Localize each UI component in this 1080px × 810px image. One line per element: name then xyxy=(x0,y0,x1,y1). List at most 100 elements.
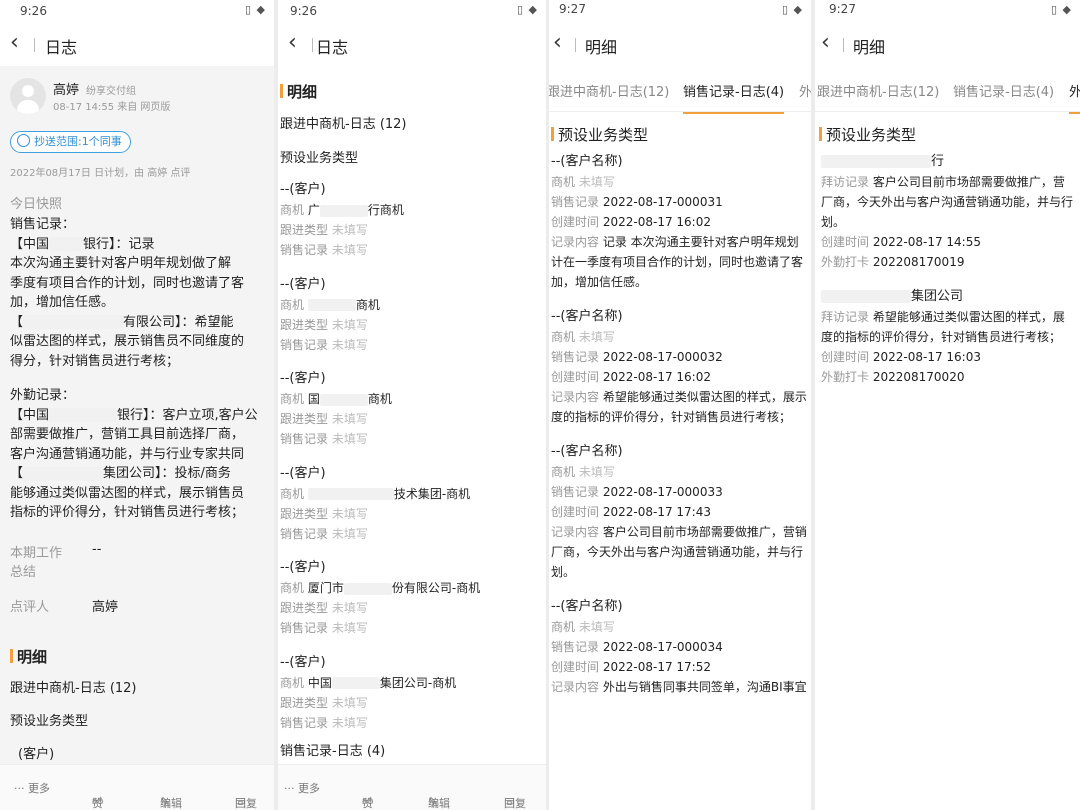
avatar[interactable] xyxy=(10,78,46,114)
record-item[interactable]: --(客户) 商机 厦门市 份有限公司-商机 跟进类型 未填写 销售记录 未填写 xyxy=(280,558,480,638)
record-item[interactable]: --(客户) 商机 中国 集团公司-商机 跟进类型 未填写 销售记录 未填写 xyxy=(280,653,456,733)
not-filled: 未填写 xyxy=(331,715,368,730)
more-button[interactable]: ··· 更多 xyxy=(284,780,320,796)
redacted-text xyxy=(307,488,394,500)
sales-record-row: 销售记录 2022-08-17-000034 xyxy=(551,637,807,657)
visit-row: 拜访记录 希望能够通过类似雷达图的样式，展 xyxy=(821,307,1065,327)
record-item[interactable]: --(客户) 商机 广 行商机 跟进类型 未填写 销售记录 未填写 xyxy=(280,180,404,260)
not-filled: 未填写 xyxy=(578,175,615,189)
visit-text: 划。 xyxy=(821,215,846,229)
visit-label: 拜访记录 xyxy=(821,175,870,189)
sales-record-row: 销售记录 2022-08-17-000031 xyxy=(551,192,803,212)
back-arrow-icon[interactable]: ‹ xyxy=(821,31,830,55)
opp-name-suffix: 集团公司-商机 xyxy=(379,675,457,690)
accent-bar xyxy=(819,127,822,141)
record-item[interactable]: --(客户) 商机 国商机 跟进类型 未填写 销售记录 未填写 xyxy=(280,369,392,449)
globe-icon xyxy=(17,134,30,147)
opp-label: 商机 xyxy=(280,392,305,406)
back-arrow-icon[interactable]: ‹ xyxy=(553,31,562,55)
opp-row: 商机 未填写 xyxy=(551,327,807,347)
opp-name-suffix: 行商机 xyxy=(367,203,404,217)
follow-type-label: 跟进类型 xyxy=(280,601,329,615)
status-bar: 9:27 ▯ ◆ xyxy=(815,0,1080,22)
sales-line: 本次沟通主要针对客户明年规划做了解 xyxy=(10,256,232,271)
created-row: 创建时间 2022-08-17 16:03 xyxy=(821,347,1065,367)
content-row: 记录内容 记录 本次沟通主要针对客户明年规划 xyxy=(551,232,803,252)
accent-bar xyxy=(10,649,13,663)
opp-label: 商机 xyxy=(551,620,576,634)
created-label: 创建时间 xyxy=(551,505,600,519)
record-id: 2022-08-17-000034 xyxy=(602,640,723,654)
record-id: 2022-08-17-000031 xyxy=(602,195,723,209)
opp-label: 商机 xyxy=(551,175,576,189)
sales-record-row: 销售记录 未填写 xyxy=(280,713,456,733)
nav-bar: ‹ 日志 xyxy=(278,22,546,66)
record-item[interactable]: 集团公司 拜访记录 希望能够通过类似雷达图的样式，展 度的指标的评价得分，针对销售员… xyxy=(821,287,1065,387)
follow-type-label: 跟进类型 xyxy=(280,317,329,332)
record-id: 2022-08-17-000033 xyxy=(602,485,723,499)
client-name-suffix: 行 xyxy=(931,154,945,169)
tab-follow-opp[interactable]: 跟进中商机-日志(12) xyxy=(549,81,669,100)
sales-record-label: 销售记录 xyxy=(280,526,329,541)
visit-label: 拜访记录 xyxy=(821,310,870,324)
record-item[interactable]: --(客户) 商机 技术集团-商机 跟进类型 未填写 销售记录 未填写 xyxy=(280,464,470,544)
author-name[interactable]: 高婷 xyxy=(53,79,79,98)
opp-row: 商机 未填写 xyxy=(551,172,803,192)
content-row: 记录内容 外出与销售同事共同签单，沟通BI事宜 xyxy=(551,677,807,697)
tab-sales-log[interactable]: 销售记录-日志(4) xyxy=(683,81,785,114)
back-arrow-icon[interactable]: ‹ xyxy=(10,31,19,55)
reviewer-value: 高婷 xyxy=(92,600,119,615)
content-text: 加，增加信任感。 xyxy=(551,275,648,289)
visit-text: 希望能够通过类似雷达图的样式，展 xyxy=(872,310,1065,324)
record-item[interactable]: --(客户名称) 商机 未填写 销售记录 2022-08-17-000032 创建时间… xyxy=(551,307,807,427)
sales-record-row: 销售记录 未填写 xyxy=(280,240,404,260)
field-record-list: 预设业务类型 行拜访记录 客户公司目前市场部需要做推广，营 厂商，今天外出与客户沟… xyxy=(815,112,1080,810)
back-arrow-icon[interactable]: ‹ xyxy=(288,31,297,55)
redacted-text xyxy=(821,155,931,168)
period-summary-label: 本期工作 xyxy=(10,546,63,561)
accent-bar xyxy=(551,127,554,141)
record-item[interactable]: 行拜访记录 客户公司目前市场部需要做推广，营 厂商，今天外出与客户沟通营销通功能，… xyxy=(821,152,1073,272)
tab-field[interactable]: 外 xyxy=(1069,81,1080,114)
tab-follow-opp[interactable]: 跟进中商机-日志(12) xyxy=(817,81,939,100)
content-label: 记录内容 xyxy=(551,525,600,539)
sales-record-row: 销售记录 2022-08-17-000033 xyxy=(551,482,807,502)
opp-name-prefix: 国 xyxy=(307,392,320,406)
cc-scope-chip[interactable]: 抄送范围:1个同事 xyxy=(10,131,131,153)
period-summary-value: -- xyxy=(92,542,102,557)
sales-line: 得分，针对销售员进行考核； xyxy=(10,353,180,369)
follow-type-row: 跟进类型 未填写 xyxy=(280,409,392,429)
not-filled: 未填写 xyxy=(578,620,615,634)
not-filled: 未填写 xyxy=(331,621,368,635)
field-record-section: 外勤记录： 【中国 银行】：客户立项,客户公 部需要做推广，营销工具目前选择厂商，… xyxy=(10,386,258,523)
not-filled: 未填写 xyxy=(331,412,368,426)
phone-screen-field-records: 9:27 ▯ ◆ ‹ 明细 跟进中商机-日志(12) 销售记录-日志(4) 外 … xyxy=(815,0,1080,810)
record-item[interactable]: --(客户名称) 商机 未填写 销售记录 2022-08-17-000033 创建时间… xyxy=(551,442,807,582)
biz-type-label: 预设业务类型 xyxy=(10,714,89,729)
follow-opp-link[interactable]: 跟进中商机-日志 (12) xyxy=(10,677,137,696)
sales-record-list: 预设业务类型 --(客户名称) 商机 未填写 销售记录 2022-08-17-000… xyxy=(549,112,811,810)
sales-record-label: 销售记录 xyxy=(280,715,329,730)
sales-record-section: 销售记录： 【中国 银行】：记录 本次沟通主要针对客户明年规划做了解 季度有项目合… xyxy=(10,215,244,371)
follow-opp-link[interactable]: 跟进中商机-日志 (12) xyxy=(280,113,407,132)
record-item[interactable]: --(客户) 商机 商机 跟进类型 未填写 销售记录 未填写 xyxy=(280,275,380,355)
reviewer-label: 点评人 xyxy=(10,600,50,615)
nav-bar: ‹ 明细 xyxy=(815,22,1080,66)
record-item[interactable]: --(客户名称) 商机 未填写 销售记录 2022-08-17-000034 创建时间… xyxy=(551,597,807,697)
content-text: 外出与销售同事共同签单，沟通BI事宜 xyxy=(602,680,807,694)
field-line: 部需要做推广，营销工具目前选择厂商， xyxy=(10,427,245,442)
opp-label: 商机 xyxy=(551,330,576,344)
opp-name-suffix: 份有限公司-商机 xyxy=(391,581,481,595)
opp-row: 商机 中国 集团公司-商机 xyxy=(280,673,456,693)
biz-type-label: 预设业务类型 xyxy=(280,151,359,166)
sales-record-label: 销售记录 xyxy=(551,350,600,364)
not-filled: 未填写 xyxy=(578,330,615,344)
checkin-label: 外勤打卡 xyxy=(821,370,870,384)
tab-sales-log[interactable]: 销售记录-日志(4) xyxy=(953,81,1054,100)
tab-field[interactable]: 外 xyxy=(799,81,811,100)
not-filled: 未填写 xyxy=(331,506,368,521)
sales-log-link[interactable]: 销售记录-日志 (4) xyxy=(280,740,385,759)
record-item[interactable]: --(客户名称) 商机 未填写 销售记录 2022-08-17-000031 创建时间… xyxy=(551,152,803,292)
more-button[interactable]: ··· 更多 xyxy=(14,780,50,796)
follow-type-row: 跟进类型 未填写 xyxy=(280,693,456,713)
